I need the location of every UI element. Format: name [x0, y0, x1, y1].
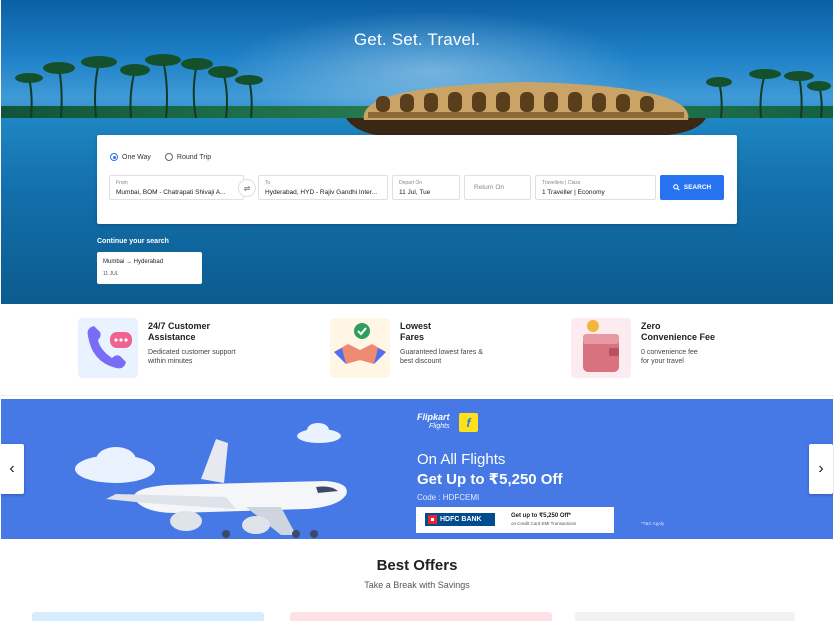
- banner-offer: Get Up to ₹5,250 Off: [417, 471, 563, 488]
- recent-search-card[interactable]: Mumbai → Hyderabad 11 JUL: [97, 252, 202, 284]
- handshake-icon: [330, 318, 390, 378]
- round-trip-radio[interactable]: Round Trip: [164, 153, 212, 161]
- hdfc-mark-icon: [428, 515, 437, 524]
- search-button-label: SEARCH: [683, 184, 712, 191]
- wallet-icon: [571, 318, 631, 378]
- trip-type-selector: One Way Round Trip: [110, 153, 211, 161]
- feature-desc: Guaranteed lowest fares & best discount: [400, 349, 483, 365]
- chevron-left-icon: ‹: [9, 460, 15, 477]
- feature-lowest-fares: Lowest Fares Guaranteed lowest fares & bes…: [330, 318, 483, 378]
- bank-offer-strip: HDFC BANK Get up to ₹5,250 Off* on Credi…: [416, 507, 614, 533]
- round-trip-label: Round Trip: [176, 153, 212, 161]
- carousel-next-button[interactable]: ›: [809, 444, 833, 494]
- banner-code: Code : HDFCEMI: [417, 493, 480, 502]
- best-offers-subtitle: Take a Break with Savings: [364, 580, 470, 590]
- radio-unselected-icon: [164, 153, 173, 161]
- to-value: Hyderabad, HYD - Rajiv Gandhi Inter...: [265, 189, 377, 196]
- offer-card[interactable]: [575, 612, 795, 621]
- chevron-right-icon: ›: [818, 460, 824, 477]
- banner-headline: On All Flights: [417, 451, 506, 468]
- feature-desc: Dedicated customer support within minutes: [148, 349, 236, 365]
- one-way-radio[interactable]: One Way: [110, 153, 151, 161]
- swap-icon[interactable]: ⇌: [238, 179, 256, 197]
- flipkart-flights-logo: Flipkart Flights: [417, 412, 450, 431]
- from-value: Mumbai, BOM - Chatrapati Shivaji A...: [116, 189, 226, 196]
- best-offers-title: Best Offers: [376, 557, 458, 574]
- palm-trees-right: [706, 69, 831, 119]
- from-label: From: [116, 180, 128, 186]
- radio-selected-icon: [110, 153, 118, 161]
- continue-search-title: Continue your search: [97, 238, 169, 245]
- feature-zero-convenience-fee: Zero Convenience Fee 0 convenience fee for…: [571, 318, 715, 378]
- recent-date: 11 JUL: [103, 271, 119, 277]
- to-label: To: [265, 180, 271, 186]
- cloud-shape: [307, 423, 329, 437]
- return-date-field[interactable]: Return On: [464, 175, 531, 200]
- from-field[interactable]: From Mumbai, BOM - Chatrapati Shivaji A.…: [109, 175, 244, 200]
- features-strip: 24/7 Customer Assistance Dedicated custom…: [0, 304, 834, 396]
- terms-note: *T&C Apply: [641, 521, 665, 526]
- bank-offer-subtext: on Credit Card EMI Transactions: [511, 521, 577, 526]
- depart-date-field[interactable]: Depart On 11 Jul, Tue: [392, 175, 460, 200]
- bank-offer-text: Get up to ₹5,250 Off*: [511, 513, 571, 519]
- hero-title: Get. Set. Travel.: [353, 30, 481, 49]
- feature-title: 24/7 Customer Assistance: [148, 321, 211, 342]
- depart-label: Depart On: [399, 180, 423, 186]
- one-way-label: One Way: [122, 153, 151, 161]
- travellers-value: 1 Traveller | Economy: [542, 189, 605, 196]
- phone-support-icon: [78, 318, 138, 378]
- palm-trees-left: [15, 54, 263, 119]
- search-button[interactable]: SEARCH: [660, 175, 724, 200]
- promo-banner[interactable]: Flipkart Flights f On All Flights Get Up…: [1, 399, 833, 539]
- flight-search-form: One Way Round Trip From Mumbai, BOM - Ch…: [97, 135, 737, 224]
- travellers-class-field[interactable]: Travellers | Class 1 Traveller | Economy: [535, 175, 656, 200]
- travellers-label: Travellers | Class: [542, 180, 581, 186]
- airplane-image: [106, 439, 347, 538]
- return-placeholder: Return On: [474, 184, 504, 191]
- hdfc-bank-logo: HDFC BANK: [425, 513, 495, 526]
- feature-title: Lowest Fares: [400, 321, 432, 342]
- search-icon: [672, 184, 680, 191]
- feature-desc: 0 convenience fee for your travel: [641, 349, 698, 365]
- to-field[interactable]: To Hyderabad, HYD - Rajiv Gandhi Inter..…: [258, 175, 388, 200]
- houseboat-image: [346, 82, 706, 136]
- flipkart-bag-icon: f: [459, 413, 478, 432]
- feature-title: Zero Convenience Fee: [641, 321, 716, 342]
- depart-value: 11 Jul, Tue: [399, 189, 431, 196]
- feature-customer-assistance: 24/7 Customer Assistance Dedicated custom…: [78, 318, 236, 378]
- recent-route: Mumbai → Hyderabad: [103, 259, 164, 265]
- offer-card[interactable]: [32, 612, 264, 621]
- carousel-prev-button[interactable]: ‹: [0, 444, 24, 494]
- offer-card[interactable]: [290, 612, 552, 621]
